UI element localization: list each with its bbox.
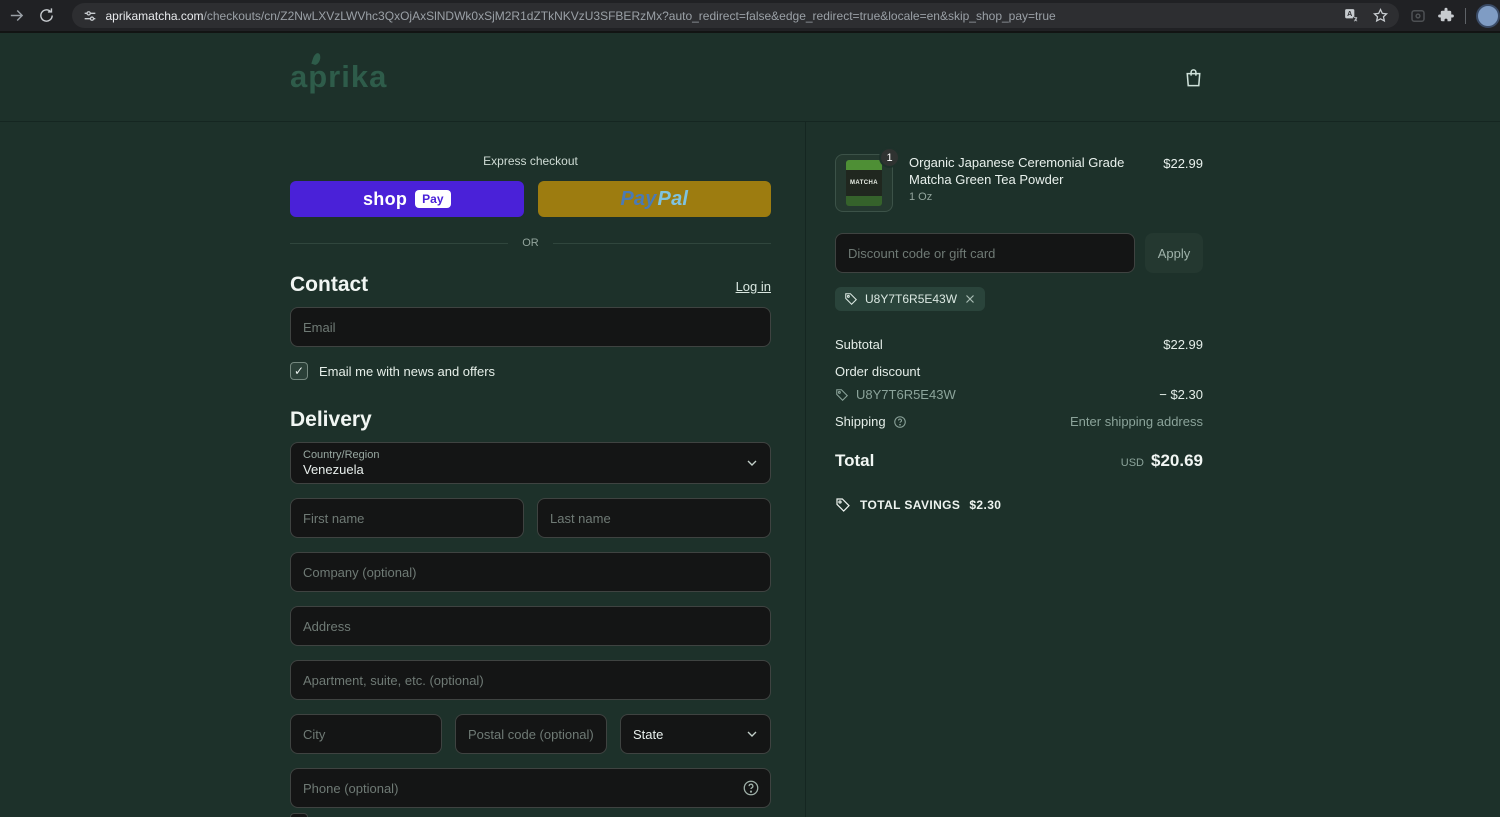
savings-label: TOTAL SAVINGS	[860, 498, 961, 512]
or-divider: OR	[290, 237, 771, 249]
checkout-form: Express checkout shop Pay Pay Pal OR Con…	[290, 122, 771, 808]
chrome-toolbar-right	[1409, 3, 1500, 28]
express-checkout-buttons: shop Pay Pay Pal	[290, 181, 771, 217]
city-field[interactable]	[290, 714, 442, 754]
savings-value: $2.30	[969, 498, 1002, 512]
total-row: Total USD $20.69	[835, 451, 1203, 471]
phone-help-icon[interactable]	[742, 779, 760, 797]
product-price: $22.99	[1163, 156, 1203, 171]
product-name: Organic Japanese Ceremonial Grade Matcha…	[909, 155, 1125, 187]
chevron-down-icon	[747, 731, 757, 737]
url-text: aprikamatcha.com/checkouts/cn/Z2NwLXVzLW…	[106, 9, 1344, 23]
shipping-label: Shipping	[835, 414, 886, 429]
close-icon	[966, 295, 974, 303]
toolbar-separator	[1465, 7, 1466, 24]
cart-button[interactable]	[1182, 66, 1205, 94]
apartment-field[interactable]	[290, 660, 771, 700]
company-field[interactable]	[290, 552, 771, 592]
country-select[interactable]: Country/Region Venezuela	[290, 442, 771, 484]
chevron-down-icon	[747, 460, 757, 466]
translate-icon[interactable]: A	[1343, 7, 1360, 24]
extensions-puzzle-icon[interactable]	[1437, 7, 1455, 25]
remove-discount-button[interactable]	[964, 293, 976, 305]
first-name-field[interactable]	[290, 498, 524, 538]
site-header: aprika	[0, 33, 1500, 122]
newsletter-checkbox[interactable]: ✓	[290, 362, 308, 380]
discount-code-input[interactable]	[835, 233, 1135, 273]
url-bar[interactable]: aprikamatcha.com/checkouts/cn/Z2NwLXVzLW…	[71, 3, 1399, 28]
svg-text:A: A	[1347, 10, 1352, 18]
subtotal-row: Subtotal $22.99	[835, 337, 1203, 352]
shop-pay-shop-text: shop	[362, 188, 408, 209]
bookmark-star-icon[interactable]	[1372, 7, 1389, 24]
applied-discount-code: U8Y7T6R5E43W	[865, 292, 958, 306]
site-settings-icon[interactable]	[82, 8, 98, 24]
save-info-checkbox-partial[interactable]	[290, 813, 308, 817]
forward-arrow-icon	[11, 10, 24, 21]
contact-heading: Contact	[290, 273, 369, 296]
login-link[interactable]: Log in	[736, 279, 771, 294]
or-divider-label: OR	[522, 237, 539, 249]
checkmark-icon: ✓	[293, 364, 305, 378]
reload-button[interactable]	[34, 3, 60, 29]
order-discount-label: Order discount	[835, 364, 921, 379]
address-field[interactable]	[290, 606, 771, 646]
express-checkout-label: Express checkout	[483, 154, 578, 168]
reload-icon	[40, 8, 53, 22]
discount-code-text: U8Y7T6R5E43W	[856, 387, 956, 402]
newsletter-label: Email me with news and offers	[319, 363, 496, 379]
shipping-value: Enter shipping address	[1070, 414, 1203, 429]
subtotal-value: $22.99	[1163, 337, 1203, 352]
product-variant: 1 Oz	[909, 191, 933, 203]
order-discount-row: Order discount	[835, 364, 1203, 379]
shipping-row: Shipping Enter shipping address	[835, 414, 1203, 429]
discount-code-row: U8Y7T6R5E43W − $2.30	[835, 387, 1203, 402]
product-image: MATCHA	[846, 160, 882, 206]
product-image-label: MATCHA	[850, 180, 878, 186]
paypal-pal-text: Pal	[657, 187, 689, 210]
postal-code-field[interactable]	[455, 714, 607, 754]
apply-discount-button[interactable]: Apply	[1145, 233, 1203, 273]
applied-discount-chip: U8Y7T6R5E43W	[835, 287, 986, 311]
paypal-button[interactable]: Pay Pal	[537, 181, 771, 217]
url-domain: aprikamatcha.com	[105, 8, 204, 23]
shop-pay-pay-badge: Pay	[415, 190, 451, 208]
extension-dimmed-icon[interactable]	[1409, 7, 1427, 25]
phone-field[interactable]	[290, 768, 771, 808]
total-value: $20.69	[1151, 451, 1203, 470]
delivery-heading: Delivery	[290, 408, 372, 431]
state-select-value: State	[633, 726, 664, 742]
total-currency: USD	[1120, 457, 1144, 469]
savings-tag-icon	[836, 498, 850, 512]
url-path: /checkouts/cn/Z2NwLXVzLWVhc3QxOjAxSlNDWk…	[203, 8, 1056, 23]
state-select[interactable]: State	[620, 714, 771, 754]
product-thumbnail: MATCHA 1	[835, 147, 900, 212]
forward-button[interactable]	[4, 3, 30, 29]
shop-pay-button[interactable]: shop Pay	[290, 181, 524, 217]
email-field[interactable]	[290, 307, 771, 347]
discount-amount: − $2.30	[1159, 387, 1203, 402]
tag-icon	[845, 293, 857, 305]
total-savings-row: TOTAL SAVINGS $2.30	[835, 497, 1203, 513]
tag-icon	[836, 388, 848, 401]
profile-avatar[interactable]	[1476, 3, 1500, 28]
quantity-badge: 1	[879, 147, 900, 168]
last-name-field[interactable]	[537, 498, 771, 538]
paypal-pay-text: Pay	[620, 187, 657, 210]
country-select-value: Venezuela	[303, 462, 364, 477]
country-select-label: Country/Region	[303, 449, 380, 461]
cart-bag-icon	[1186, 69, 1201, 87]
cart-line-item: MATCHA 1 Organic Japanese Ceremonial Gra…	[835, 147, 1203, 212]
subtotal-label: Subtotal	[835, 337, 883, 352]
store-logo[interactable]: aprika	[290, 52, 388, 95]
content-divider	[805, 122, 806, 817]
browser-chrome: aprikamatcha.com/checkouts/cn/Z2NwLXVzLW…	[0, 0, 1500, 33]
order-summary: MATCHA 1 Organic Japanese Ceremonial Gra…	[835, 122, 1203, 513]
logo-text: aprika	[290, 59, 388, 94]
total-label: Total	[835, 451, 875, 470]
shipping-help-icon[interactable]	[893, 415, 907, 429]
